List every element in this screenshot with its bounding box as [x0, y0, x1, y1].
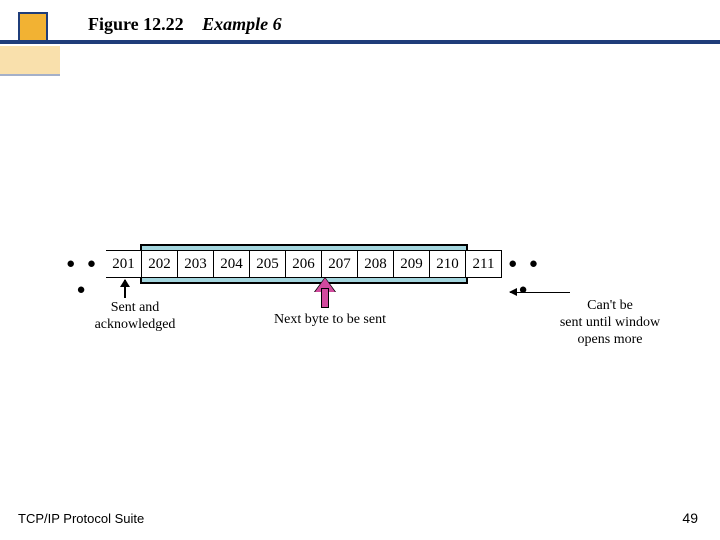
- byte-cell: 204: [214, 250, 250, 278]
- byte-cell: 203: [178, 250, 214, 278]
- byte-cell: 208: [358, 250, 394, 278]
- byte-cell: 202: [142, 250, 178, 278]
- cant-send-label: Can't be sent until window opens more: [540, 298, 680, 348]
- slide-deco-bar: [0, 40, 720, 44]
- example-label: Example 6: [202, 14, 282, 34]
- byte-cell: 210: [430, 250, 466, 278]
- byte-row: ● ● ● 201202203204205206207208209210211●…: [60, 250, 548, 278]
- byte-cell: 205: [250, 250, 286, 278]
- page-number: 49: [682, 510, 698, 526]
- slide-deco-square: [18, 12, 48, 42]
- slide-deco-bar2: [0, 46, 60, 76]
- byte-cell: 206: [286, 250, 322, 278]
- byte-cell: 207: [322, 250, 358, 278]
- left-dots: ● ● ●: [60, 250, 106, 278]
- sent-ack-pointer: [124, 280, 126, 298]
- right-dots: ● ● ●: [502, 250, 548, 278]
- byte-cell: 211: [466, 250, 502, 278]
- next-byte-label: Next byte to be sent: [250, 312, 410, 329]
- footer-source: TCP/IP Protocol Suite: [18, 511, 144, 526]
- byte-cell: 209: [394, 250, 430, 278]
- figure-number: Figure 12.22: [88, 14, 184, 34]
- slide-title: Figure 12.22 Example 6: [88, 14, 282, 35]
- sent-ack-label: Sent and acknowledged: [80, 300, 190, 334]
- cant-send-pointer: [510, 292, 570, 293]
- byte-cell: 201: [106, 250, 142, 278]
- sliding-window-diagram: ● ● ● 201202203204205206207208209210211●…: [60, 240, 660, 360]
